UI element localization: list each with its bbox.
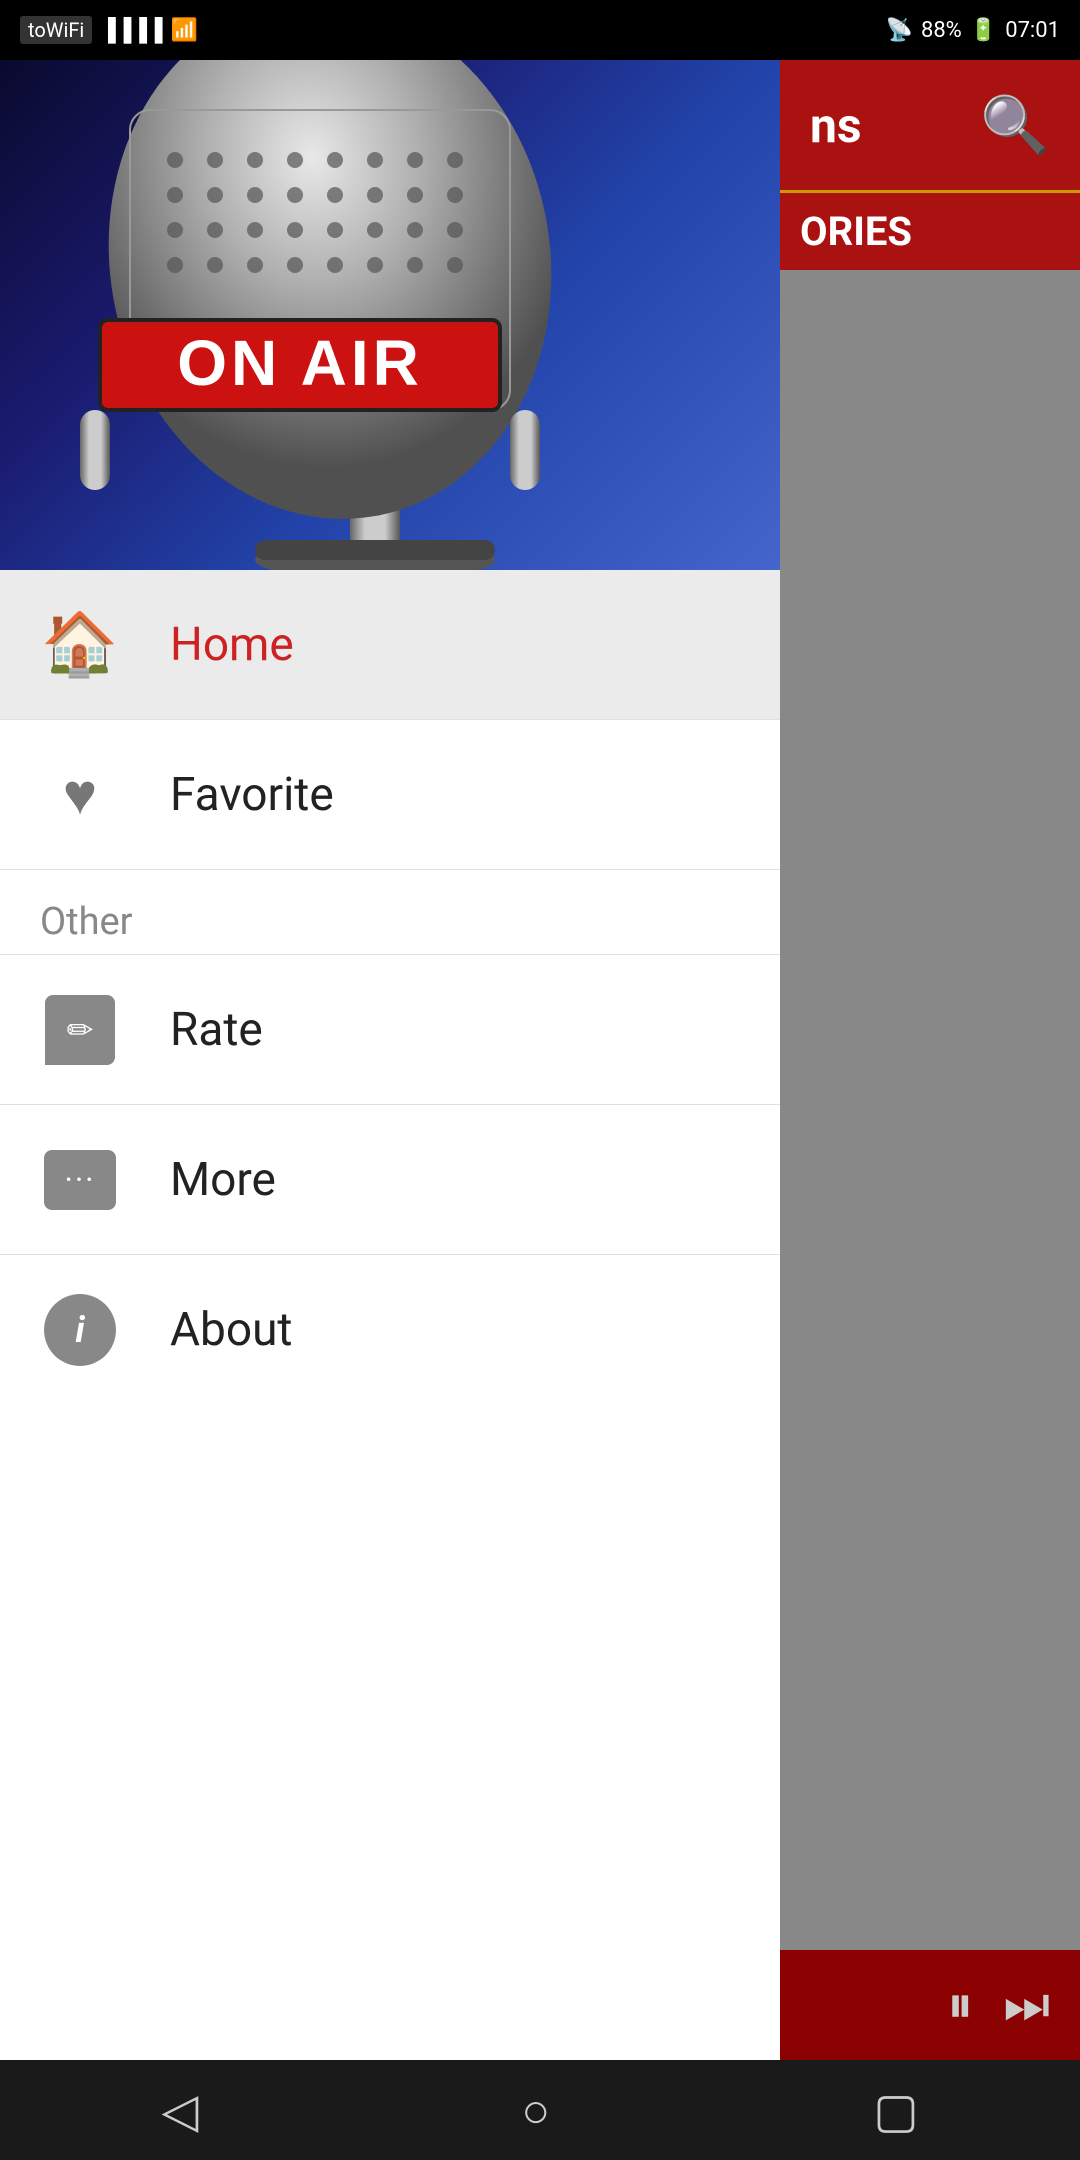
nav-item-home[interactable]: 🏠 Home bbox=[0, 570, 780, 720]
drawer-menu: ON AIR 🏠 Home ♥ Favorite bbox=[0, 60, 780, 2060]
rate-icon bbox=[40, 990, 120, 1070]
heart-icon: ♥ bbox=[40, 755, 120, 835]
section-other-header: Other bbox=[0, 870, 780, 955]
right-panel-body bbox=[780, 270, 1080, 2060]
home-icon: 🏠 bbox=[40, 605, 120, 685]
cast-icon: 📡 bbox=[886, 18, 913, 43]
status-bar-right: 📡 88% 🔋 07:01 bbox=[886, 18, 1060, 43]
wifi-label: toWiFi bbox=[20, 16, 92, 44]
bottom-nav: ◁ ○ ▢ bbox=[0, 2060, 1080, 2160]
right-panel-top: ns 🔍 bbox=[780, 60, 1080, 190]
battery-percent: 88% bbox=[921, 18, 962, 43]
nav-item-about[interactable]: i About bbox=[0, 1255, 780, 1405]
nav-item-favorite[interactable]: ♥ Favorite bbox=[0, 720, 780, 870]
right-panel-subtitle: ORIES bbox=[800, 208, 912, 255]
recents-button[interactable]: ▢ bbox=[873, 2082, 918, 2139]
search-icon[interactable]: 🔍 bbox=[980, 92, 1050, 158]
right-panel-title: ns bbox=[810, 97, 862, 154]
next-button[interactable]: ⏭ bbox=[1003, 1974, 1050, 2036]
right-panel-sub: ORIES bbox=[780, 190, 1080, 270]
info-icon: i bbox=[40, 1290, 120, 1370]
nav-more-label: More bbox=[170, 1153, 276, 1207]
pause-button[interactable]: ⏸ bbox=[947, 1974, 973, 2036]
app-container: ON AIR 🏠 Home ♥ Favorite bbox=[0, 60, 1080, 2060]
status-bar-left: toWiFi ▐▐▐▐ 📶 bbox=[20, 16, 198, 44]
home-button[interactable]: ○ bbox=[521, 2082, 550, 2139]
nav-about-label: About bbox=[170, 1303, 292, 1357]
nav-favorite-label: Favorite bbox=[170, 768, 334, 822]
nav-item-more[interactable]: More bbox=[0, 1105, 780, 1255]
network-icon: 📶 bbox=[171, 18, 198, 43]
signal-icon: ▐▐▐▐ bbox=[100, 17, 162, 43]
drawer-nav: 🏠 Home ♥ Favorite Other Rate bbox=[0, 570, 780, 2060]
nav-home-label: Home bbox=[170, 618, 294, 672]
right-panel: ns 🔍 ORIES bbox=[780, 60, 1080, 2060]
battery-icon: 🔋 bbox=[970, 18, 997, 43]
player-bar: ⏸ ⏭ bbox=[780, 1950, 1080, 2060]
nav-item-rate[interactable]: Rate bbox=[0, 955, 780, 1105]
status-bar: toWiFi ▐▐▐▐ 📶 📡 88% 🔋 07:01 bbox=[0, 0, 1080, 60]
svg-text:ON AIR: ON AIR bbox=[177, 327, 423, 399]
nav-rate-label: Rate bbox=[170, 1003, 263, 1057]
back-button[interactable]: ◁ bbox=[161, 2082, 198, 2139]
time-display: 07:01 bbox=[1005, 18, 1060, 43]
drawer-hero: ON AIR bbox=[0, 60, 780, 570]
more-icon bbox=[40, 1140, 120, 1220]
